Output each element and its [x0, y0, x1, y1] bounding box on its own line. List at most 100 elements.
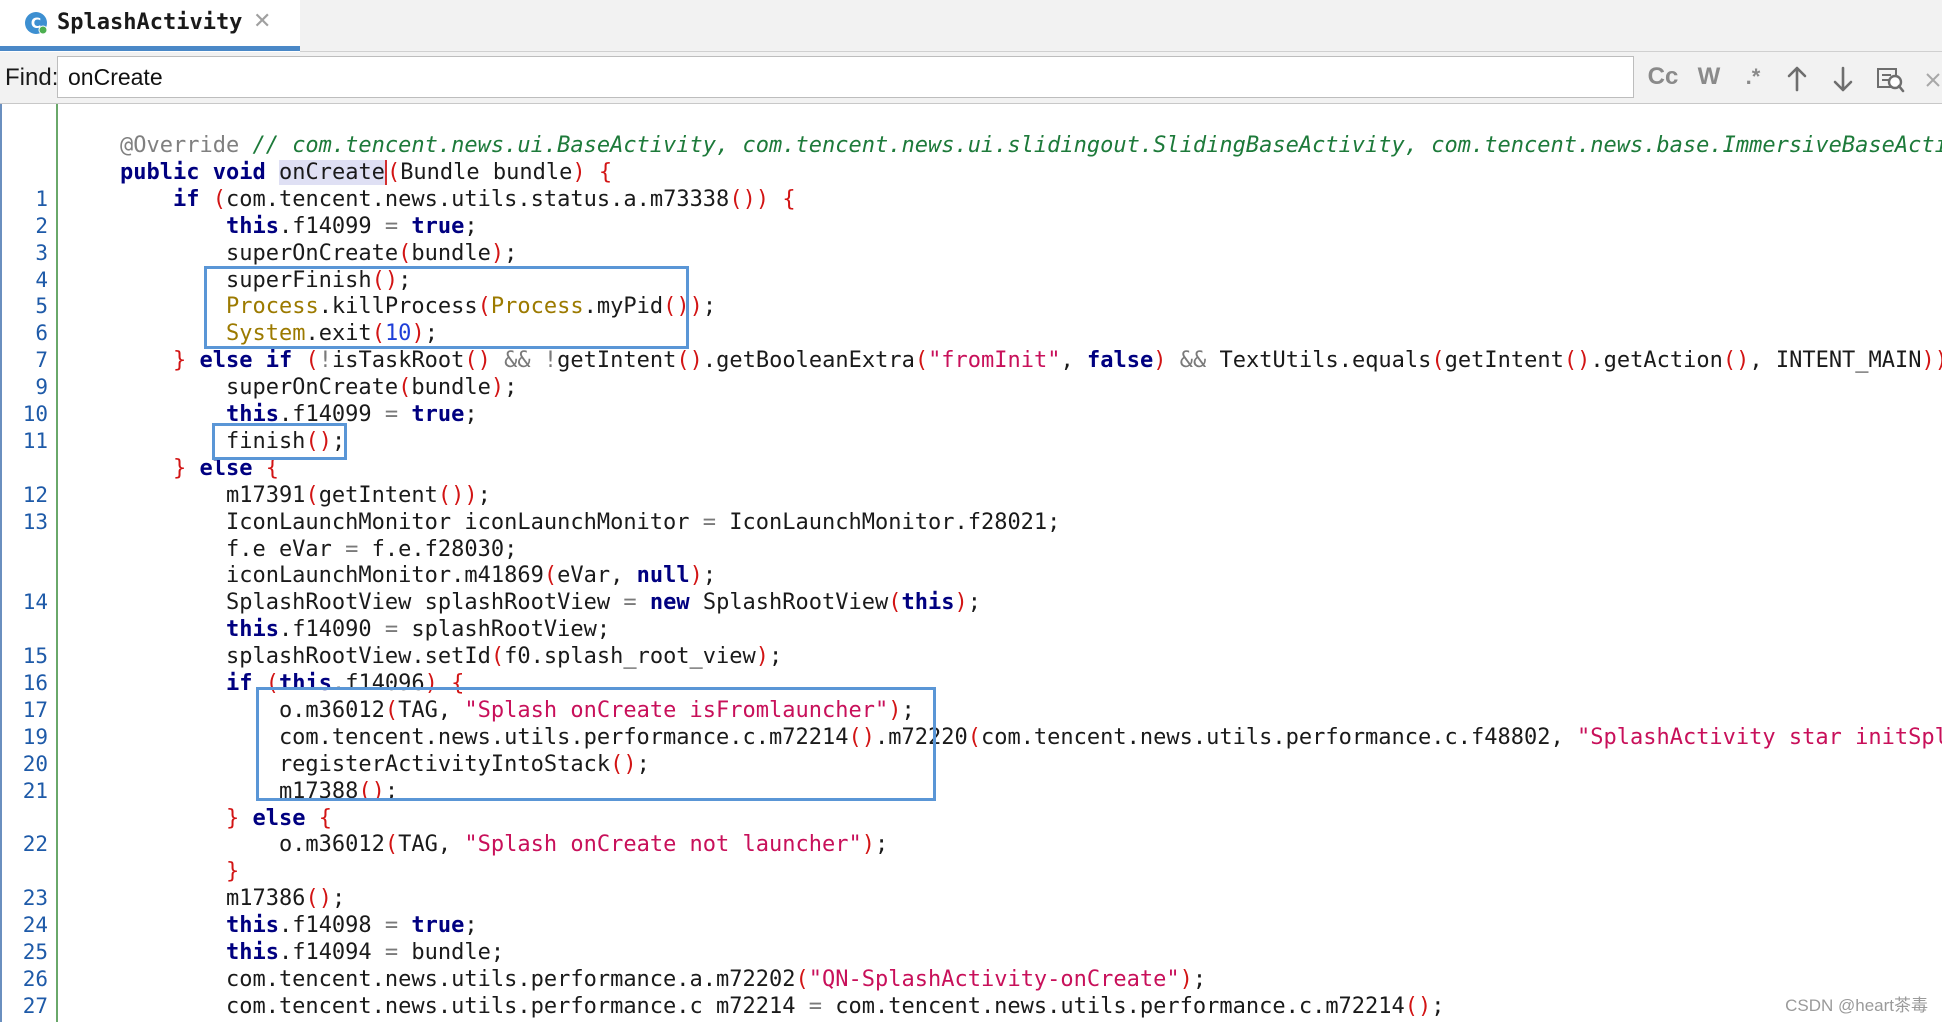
code-line[interactable]: 19 com.tencent.news.utils.performance.c.…	[0, 724, 1942, 751]
code-text: public void onCreate(Bundle bundle) {	[120, 159, 613, 185]
close-icon[interactable]: ✕	[253, 10, 271, 34]
regex-button[interactable]: .*	[1735, 62, 1771, 92]
code-text: com.tencent.news.utils.performance.a.m72…	[120, 966, 1207, 992]
line-number: 10	[22, 402, 48, 426]
arrow-up-icon[interactable]	[1782, 64, 1812, 94]
code-line[interactable]: this.f14090 = splashRootView;	[0, 616, 1942, 643]
code-text: superOnCreate(bundle);	[120, 240, 518, 266]
code-text: f.e eVar = f.e.f28030;	[120, 536, 518, 562]
code-line[interactable]: 4 superFinish();	[0, 267, 1942, 294]
code-line[interactable]: }	[0, 858, 1942, 885]
code-line[interactable]: 7 } else if (!isTaskRoot() && !getIntent…	[0, 347, 1942, 374]
code-text: this.f14090 = splashRootView;	[225, 617, 611, 643]
find-bar: Find: Cc W .*	[0, 52, 1942, 104]
code-line[interactable]: 23 m17386();	[0, 885, 1942, 912]
code-text: m17386();	[120, 886, 346, 912]
code-text: this.f14099 = true;	[225, 213, 478, 239]
tab-title: SplashActivity	[57, 10, 243, 35]
code-editor[interactable]: @Override // com.tencent.news.ui.BaseAct…	[0, 104, 1942, 1022]
code-line[interactable]: 27 com.tencent.news.utils.performance.c …	[0, 993, 1942, 1020]
code-text: IconLaunchMonitor iconLaunchMonitor = Ic…	[120, 509, 1061, 535]
code-line[interactable]: iconLaunchMonitor.m41869(eVar, null);	[0, 562, 1942, 589]
code-line[interactable]: f.e eVar = f.e.f28030;	[0, 536, 1942, 563]
code-line[interactable]: @Override // com.tencent.news.ui.BaseAct…	[0, 132, 1942, 159]
code-text: iconLaunchMonitor.m41869(eVar, null);	[120, 563, 717, 589]
code-line[interactable]: 13 IconLaunchMonitor iconLaunchMonitor =…	[0, 509, 1942, 536]
class-c-icon: C	[25, 12, 48, 35]
line-number: 19	[22, 724, 48, 749]
code-text: com.tencent.news.utils.performance.c.m72…	[120, 724, 1942, 750]
code-text: SplashRootView splashRootView = new Spla…	[120, 590, 981, 616]
code-text: this.f14098 = true;	[225, 913, 478, 939]
code-line[interactable]: 26 com.tencent.news.utils.performance.a.…	[0, 966, 1942, 993]
code-text: } else if (!isTaskRoot() && !getIntent()…	[172, 348, 1942, 374]
code-line[interactable]: 20 registerActivityIntoStack();	[0, 751, 1942, 778]
line-number: 2	[35, 213, 48, 238]
code-text: finish();	[120, 428, 346, 454]
code-line[interactable]: } else {	[0, 455, 1942, 482]
code-line[interactable]: 6 System.exit(10);	[0, 320, 1942, 347]
search-input[interactable]	[57, 56, 1634, 98]
code-text: o.m36012(TAG, "Splash onCreate not launc…	[120, 832, 889, 858]
code-text: this.f14094 = bundle;	[225, 940, 505, 965]
line-number: 5	[35, 294, 48, 319]
code-line[interactable]: 3 superOnCreate(bundle);	[0, 240, 1942, 267]
arrow-down-icon[interactable]	[1828, 64, 1858, 94]
line-number: 16	[22, 671, 48, 695]
line-number: 3	[35, 240, 48, 265]
code-line[interactable]: 10 this.f14099 = true;	[0, 401, 1942, 428]
line-number: 9	[35, 375, 48, 400]
close-find-icon[interactable]	[1922, 64, 1942, 94]
code-line[interactable]: } else {	[0, 805, 1942, 832]
line-number: 13	[22, 509, 48, 534]
code-line[interactable]: 15 splashRootView.setId(f0.splash_root_v…	[0, 643, 1942, 670]
line-number: 15	[22, 644, 48, 669]
line-number: 12	[22, 482, 48, 507]
line-number: 27	[22, 993, 48, 1018]
find-all-icon[interactable]	[1875, 64, 1905, 94]
code-line[interactable]: 25 this.f14094 = bundle;	[0, 939, 1942, 966]
code-text: o.m36012(TAG, "Splash onCreate isFromlau…	[120, 697, 915, 723]
code-text: @Override // com.tencent.news.ui.BaseAct…	[120, 133, 1942, 158]
code-text: superOnCreate(bundle);	[120, 375, 518, 401]
line-number: 25	[22, 940, 48, 964]
watermark: CSDN @heart茶毒	[1785, 996, 1928, 1015]
line-number: 23	[22, 886, 48, 911]
line-number: 20	[22, 751, 48, 776]
line-number: 26	[22, 966, 48, 991]
match-case-button[interactable]: Cc	[1645, 62, 1681, 92]
code-line[interactable]: 22 o.m36012(TAG, "Splash onCreate not la…	[0, 831, 1942, 858]
tab-splash-activity[interactable]: C SplashActivity ✕	[0, 0, 300, 52]
active-tab-indicator	[0, 46, 300, 51]
line-number: 4	[35, 267, 48, 292]
code-text: System.exit(10);	[225, 321, 438, 347]
line-number: 14	[22, 590, 48, 615]
line-number: 21	[22, 778, 48, 803]
code-line[interactable]: 14 SplashRootView splashRootView = new S…	[0, 589, 1942, 616]
code-line[interactable]: 5 Process.killProcess(Process.myPid());	[0, 293, 1942, 320]
code-line[interactable]: 1 if (com.tencent.news.utils.status.a.m7…	[0, 186, 1942, 213]
code-text: superFinish();	[120, 267, 412, 293]
line-number: 1	[35, 186, 48, 211]
line-number: 24	[22, 913, 48, 938]
code-text: }	[225, 859, 240, 885]
code-text: registerActivityIntoStack();	[120, 751, 650, 777]
code-text: m17388();	[120, 778, 399, 804]
code-line[interactable]: 9 superOnCreate(bundle);	[0, 374, 1942, 401]
code-line[interactable]: 2 this.f14099 = true;	[0, 213, 1942, 240]
code-line[interactable]: 12 m17391(getIntent());	[0, 482, 1942, 509]
code-text: Process.killProcess(Process.myPid());	[225, 294, 717, 320]
line-number: 11	[22, 428, 48, 453]
code-line[interactable]: 21 m17388();	[0, 778, 1942, 805]
code-text: if (com.tencent.news.utils.status.a.m733…	[172, 186, 796, 212]
whole-words-button[interactable]: W	[1691, 62, 1727, 92]
find-label: Find:	[5, 64, 59, 91]
code-line[interactable]: 16 if (this.f14096) {	[0, 670, 1942, 697]
line-number: 6	[35, 321, 48, 346]
editor-tab-bar: C SplashActivity ✕	[0, 0, 1942, 52]
code-line[interactable]: 17 o.m36012(TAG, "Splash onCreate isFrom…	[0, 697, 1942, 724]
code-line[interactable]: 24 this.f14098 = true;	[0, 912, 1942, 939]
code-line[interactable]: 11 finish();	[0, 428, 1942, 455]
code-text: splashRootView.setId(f0.splash_root_view…	[120, 644, 783, 670]
code-line[interactable]: public void onCreate(Bundle bundle) {	[0, 159, 1942, 186]
